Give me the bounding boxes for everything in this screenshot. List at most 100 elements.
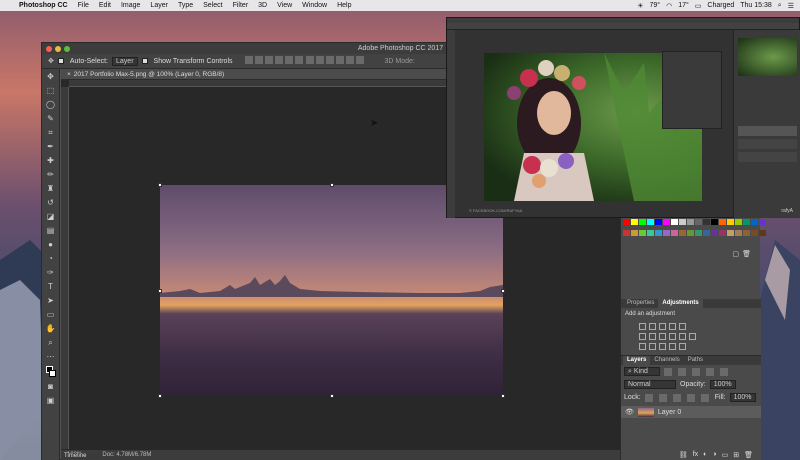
marquee-tool-icon[interactable]: ⬚ (45, 85, 57, 97)
color-swatch[interactable] (735, 219, 742, 225)
posterize-icon[interactable] (649, 343, 656, 350)
cpu-temp-status[interactable]: 17° (678, 2, 689, 9)
zoom-tool-icon[interactable]: ⌕ (45, 337, 57, 349)
minimize-button[interactable] (55, 45, 61, 52)
transform-handle[interactable] (330, 394, 334, 398)
lock-position-icon[interactable] (672, 393, 681, 402)
color-swatch[interactable] (623, 219, 630, 225)
new-group-icon[interactable]: ▭ (722, 451, 729, 459)
type-tool-icon[interactable]: T (45, 281, 57, 293)
color-swatch[interactable] (695, 219, 702, 225)
hand-tool-icon[interactable]: ✋ (45, 323, 57, 335)
color-swatch[interactable] (751, 229, 758, 236)
battery-status[interactable]: Charged (707, 2, 734, 9)
close-button[interactable] (46, 45, 52, 52)
new-swatch-icon[interactable]: ▢ (732, 250, 739, 258)
fill-input[interactable]: 100% (729, 393, 756, 402)
tab-adjustments[interactable]: Adjustments (658, 299, 703, 308)
color-swatch[interactable] (711, 219, 718, 225)
lock-artboard-icon[interactable] (686, 393, 695, 402)
color-balance-icon[interactable] (649, 333, 656, 340)
visibility-eye-icon[interactable]: 👁 (625, 408, 634, 416)
align-button[interactable] (294, 56, 303, 64)
shape-filter-icon[interactable] (706, 367, 714, 376)
close-tab-icon[interactable]: × (67, 71, 71, 78)
clone-stamp-tool-icon[interactable]: ♜ (45, 183, 57, 195)
layer-row[interactable]: 👁 Layer 0 (621, 406, 761, 418)
exposure-icon[interactable] (669, 323, 676, 330)
selective-color-icon[interactable] (679, 343, 686, 350)
color-swatch[interactable] (759, 219, 766, 225)
lasso-tool-icon[interactable]: ◯ (45, 99, 57, 111)
add-mask-icon[interactable]: ◐ (703, 451, 707, 459)
lock-pixels-icon[interactable] (644, 393, 653, 402)
align-button[interactable] (274, 56, 283, 64)
distribute-button[interactable] (306, 56, 315, 64)
color-swatch[interactable] (679, 229, 686, 236)
healing-brush-tool-icon[interactable]: ✚ (45, 155, 57, 167)
menu-image[interactable]: Image (116, 2, 145, 9)
clock[interactable]: Thu 15:38 (740, 2, 772, 9)
channel-mixer-icon[interactable] (679, 333, 686, 340)
quick-select-tool-icon[interactable]: ✎ (45, 113, 57, 125)
eraser-tool-icon[interactable]: ◪ (45, 211, 57, 223)
search-icon[interactable]: ⌕ (778, 2, 782, 10)
lock-all-icon[interactable] (700, 393, 709, 402)
color-swatch[interactable] (623, 229, 630, 236)
new-layer-icon[interactable]: ⊞ (733, 451, 739, 459)
color-swatch[interactable] (639, 229, 646, 236)
vertical-ruler[interactable] (61, 87, 69, 449)
layer-kind-filter[interactable]: ⌕ Kind (624, 367, 660, 376)
hue-saturation-icon[interactable] (639, 333, 646, 340)
pixel-filter-icon[interactable] (664, 367, 672, 376)
transform-handle[interactable] (158, 289, 162, 293)
lock-paint-icon[interactable] (658, 393, 667, 402)
transform-handle[interactable] (330, 183, 334, 187)
menu-select[interactable]: Select (198, 2, 227, 9)
color-lookup-icon[interactable] (689, 333, 696, 340)
color-swatch[interactable] (671, 229, 678, 236)
history-brush-tool-icon[interactable]: ↺ (45, 197, 57, 209)
color-swatch[interactable] (655, 229, 662, 236)
color-swatch[interactable] (655, 219, 662, 225)
screen-mode-icon[interactable]: ▣ (45, 395, 57, 407)
new-adjustment-icon[interactable]: ◑ (712, 451, 716, 459)
quick-mask-icon[interactable]: ◙ (45, 381, 57, 393)
rectangle-tool-icon[interactable]: ▭ (45, 309, 57, 321)
transform-handle[interactable] (501, 289, 505, 293)
brightness-icon[interactable] (639, 323, 646, 330)
crop-tool-icon[interactable]: ⌗ (45, 127, 57, 139)
color-swatch[interactable] (711, 229, 718, 236)
distribute-button[interactable] (346, 56, 355, 64)
zoom-button[interactable] (64, 45, 70, 52)
menu-edit[interactable]: Edit (94, 2, 116, 9)
color-swatch[interactable] (743, 229, 750, 236)
notifications-icon[interactable]: ☰ (788, 2, 794, 10)
menu-app-name[interactable]: Photoshop CC (14, 2, 73, 9)
color-swatch[interactable] (647, 219, 654, 225)
link-layers-icon[interactable]: ⛓ (679, 451, 688, 459)
color-swatch[interactable] (663, 219, 670, 225)
auto-select-dropdown[interactable]: Layer (112, 56, 138, 66)
doc-size[interactable]: Doc: 4.78M/6.78M (102, 450, 151, 460)
temperature-status[interactable]: 79° (649, 2, 660, 9)
menu-layer[interactable]: Layer (145, 2, 173, 9)
more-tools-icon[interactable]: ⋯ (45, 351, 57, 363)
layer-name[interactable]: Layer 0 (658, 409, 681, 416)
color-swatch[interactable] (727, 229, 734, 236)
align-button[interactable] (264, 56, 273, 64)
wifi-icon[interactable]: ◠ (666, 2, 672, 10)
color-swatch[interactable] (719, 229, 726, 236)
tab-channels[interactable]: Channels (650, 356, 683, 365)
tab-layers[interactable]: Layers (623, 356, 651, 365)
black-white-icon[interactable] (659, 333, 666, 340)
photo-filter-icon[interactable] (669, 333, 676, 340)
delete-swatch-icon[interactable]: 🗑 (742, 250, 751, 258)
battery-icon[interactable]: ▭ (695, 2, 702, 10)
transform-handle[interactable] (158, 183, 162, 187)
color-swatch[interactable] (663, 229, 670, 236)
color-swatch[interactable] (687, 229, 694, 236)
gradient-map-icon[interactable] (669, 343, 676, 350)
color-swatch[interactable] (671, 219, 678, 225)
menu-help[interactable]: Help (332, 2, 356, 9)
